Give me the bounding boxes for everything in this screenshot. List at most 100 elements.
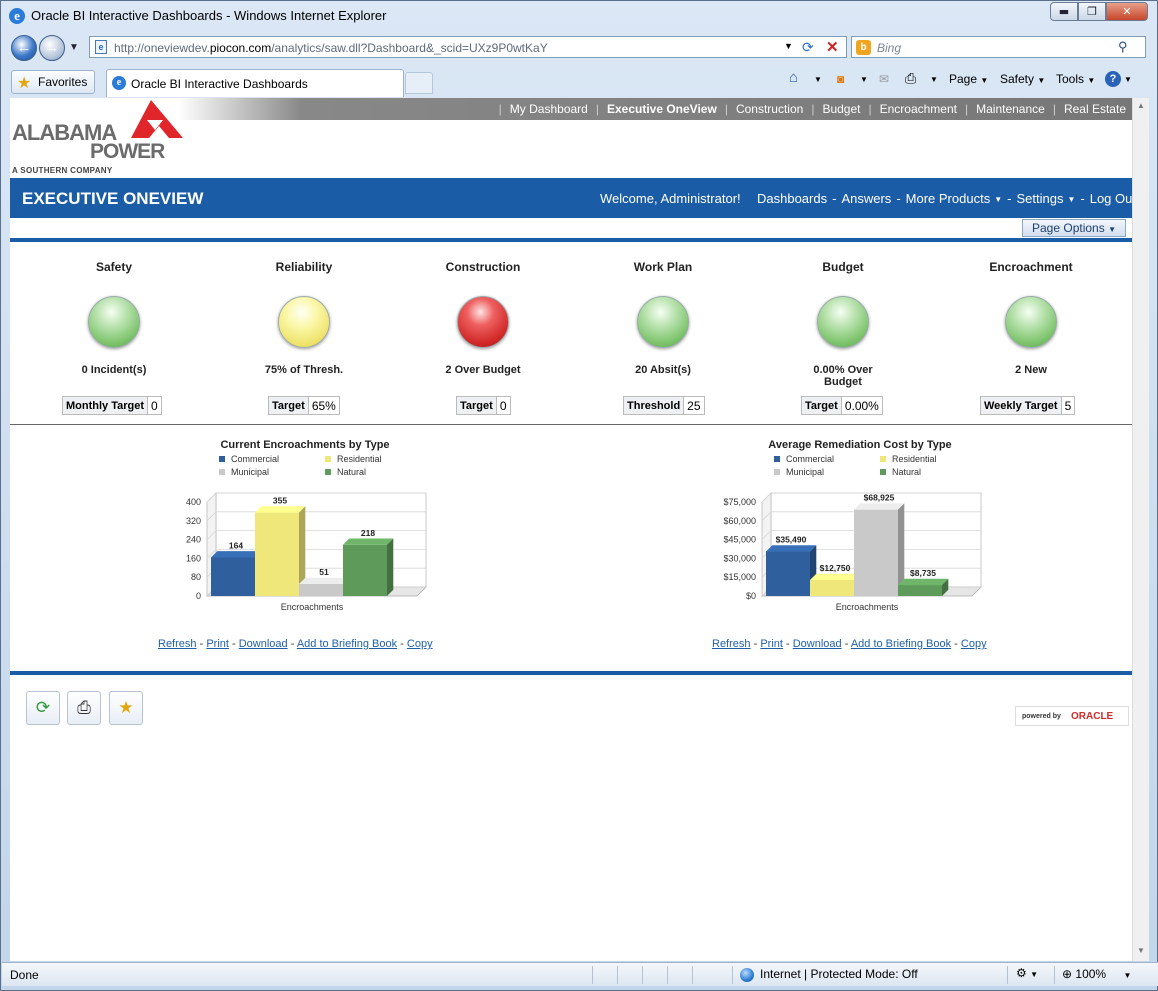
- refresh-link[interactable]: Refresh: [712, 638, 751, 650]
- refresh-page-button[interactable]: ⟳: [26, 691, 60, 725]
- mail-icon[interactable]: ✉: [879, 72, 889, 86]
- scroll-up-icon[interactable]: ▲: [1137, 101, 1145, 110]
- recent-pages-dropdown-icon[interactable]: ▼: [69, 42, 79, 53]
- forward-button[interactable]: →: [39, 35, 65, 61]
- status-light-green[interactable]: [1005, 296, 1057, 348]
- print-dropdown-icon[interactable]: ▼: [930, 75, 938, 84]
- global-nav: Dashboards - Answers - More Products ▼ - Set…: [757, 191, 1132, 206]
- target-label: Weekly Target: [981, 397, 1062, 414]
- page-icon: e: [95, 40, 107, 54]
- status-light-green[interactable]: [637, 296, 689, 348]
- data-label: 51: [319, 567, 329, 577]
- download-link[interactable]: Download: [239, 638, 288, 650]
- tab-executive-oneview[interactable]: Executive OneView: [607, 102, 717, 116]
- bar: [898, 585, 942, 596]
- tab-encroachment[interactable]: Encroachment: [880, 102, 957, 116]
- new-tab-button[interactable]: [405, 72, 433, 94]
- page-options-button[interactable]: Page Options ▼: [1022, 219, 1126, 237]
- print-link[interactable]: Print: [206, 638, 229, 650]
- maximize-button[interactable]: ❐: [1078, 2, 1106, 21]
- print-icon[interactable]: ⎙: [905, 70, 916, 87]
- tab-budget[interactable]: Budget: [822, 102, 860, 116]
- help-dropdown-icon[interactable]: ▼: [1124, 75, 1132, 84]
- browser-tab[interactable]: e Oracle BI Interactive Dashboards: [106, 69, 404, 97]
- status-light-yellow[interactable]: [278, 296, 330, 348]
- logo-text-power: POWER: [90, 140, 165, 163]
- tab-construction[interactable]: Construction: [736, 102, 803, 116]
- vertical-scrollbar[interactable]: ▲ ▼: [1132, 98, 1149, 961]
- status-light-red[interactable]: [457, 296, 509, 348]
- bar-top: [810, 573, 861, 581]
- settings-menu[interactable]: Settings ▼: [1016, 191, 1075, 206]
- bar: [343, 544, 387, 596]
- refresh-icon[interactable]: ⟳: [802, 39, 814, 56]
- chart-title: Average Remediation Cost by Type: [768, 439, 952, 451]
- data-label: $35,490: [776, 535, 807, 545]
- print-page-button[interactable]: ⎙: [67, 691, 101, 725]
- kpi-safety: Safety 0 Incident(s) Monthly Target 0: [19, 246, 209, 422]
- address-dropdown-icon[interactable]: ▼: [784, 41, 793, 51]
- add-favorite-button[interactable]: ★: [109, 691, 143, 725]
- stop-icon[interactable]: ✕: [826, 38, 839, 56]
- legend-item: Commercial: [219, 454, 279, 464]
- kpi-value: 2 Over Budget: [445, 364, 521, 376]
- search-box[interactable]: b Bing ⚲: [851, 36, 1146, 58]
- bing-icon: b: [856, 40, 871, 55]
- protected-mode-icon[interactable]: ⚙ ▼: [1016, 966, 1038, 980]
- remediation-cost-chart: Average Remediation Cost by Type Commerc…: [710, 436, 1010, 636]
- copy-link[interactable]: Copy: [407, 638, 433, 650]
- help-icon[interactable]: ?: [1105, 71, 1121, 87]
- logo-text-southern: A SOUTHERN COMPANY: [12, 166, 113, 175]
- target-label: Threshold: [624, 397, 685, 414]
- security-zone[interactable]: Internet | Protected Mode: Off: [740, 967, 918, 982]
- ie-tab-icon: e: [112, 76, 126, 90]
- answers-link[interactable]: Answers: [841, 191, 891, 206]
- scroll-down-icon[interactable]: ▼: [1137, 946, 1145, 955]
- status-light-green[interactable]: [88, 296, 140, 348]
- bar-top: [343, 538, 394, 545]
- kpi-target: Threshold 25: [623, 396, 705, 415]
- home-icon[interactable]: ⌂: [789, 69, 798, 86]
- address-row: ← → ▼ e http://oneviewdev.piocon.com/ana…: [1, 33, 1157, 63]
- search-icon[interactable]: ⚲: [1118, 39, 1128, 55]
- feeds-icon[interactable]: ◙: [837, 72, 844, 86]
- oracle-text: ORACLE: [1071, 711, 1114, 722]
- tab-real-estate[interactable]: Real Estate: [1064, 102, 1126, 116]
- add-to-briefing-book-link[interactable]: Add to Briefing Book: [851, 638, 951, 650]
- dashboards-link[interactable]: Dashboards: [757, 191, 827, 206]
- favorites-button[interactable]: ★ Favorites: [11, 70, 95, 94]
- home-dropdown-icon[interactable]: ▼: [814, 75, 822, 84]
- page-menu[interactable]: Page ▼: [949, 72, 988, 86]
- feeds-dropdown-icon[interactable]: ▼: [860, 75, 868, 84]
- bar-top: [255, 506, 306, 513]
- footer-divider: [10, 671, 1132, 675]
- close-button[interactable]: ✕: [1106, 2, 1148, 21]
- download-link[interactable]: Download: [793, 638, 842, 650]
- y-tick-label: 80: [191, 572, 201, 582]
- minimize-button[interactable]: ▬: [1050, 2, 1078, 21]
- copy-link[interactable]: Copy: [961, 638, 987, 650]
- tab-label: Oracle BI Interactive Dashboards: [131, 77, 308, 91]
- url-text[interactable]: http://oneviewdev.piocon.com/analytics/s…: [114, 41, 548, 55]
- bar: [766, 551, 810, 596]
- safety-menu[interactable]: Safety ▼: [1000, 72, 1045, 86]
- target-value: 65%: [311, 399, 336, 413]
- logout-link[interactable]: Log Out: [1090, 191, 1132, 206]
- search-input[interactable]: Bing: [877, 41, 901, 55]
- status-light-green[interactable]: [817, 296, 869, 348]
- add-to-briefing-book-link[interactable]: Add to Briefing Book: [297, 638, 397, 650]
- bar-top: [299, 577, 350, 585]
- more-products-menu[interactable]: More Products ▼: [906, 191, 1002, 206]
- address-bar[interactable]: e http://oneviewdev.piocon.com/analytics…: [89, 36, 847, 58]
- tab-maintenance[interactable]: Maintenance: [976, 102, 1045, 116]
- back-button[interactable]: ←: [11, 35, 37, 61]
- tab-my-dashboard[interactable]: My Dashboard: [510, 102, 588, 116]
- data-label: $12,750: [820, 563, 851, 573]
- encroachments-chart: Current Encroachments by Type Commercial…: [155, 436, 455, 636]
- x-axis-label: Encroachments: [836, 602, 899, 612]
- kpi-name: Budget: [822, 260, 864, 274]
- zoom-control[interactable]: ⊕ 100% ▼: [1062, 967, 1131, 981]
- tools-menu[interactable]: Tools ▼: [1056, 72, 1095, 86]
- refresh-link[interactable]: Refresh: [158, 638, 197, 650]
- print-link[interactable]: Print: [760, 638, 783, 650]
